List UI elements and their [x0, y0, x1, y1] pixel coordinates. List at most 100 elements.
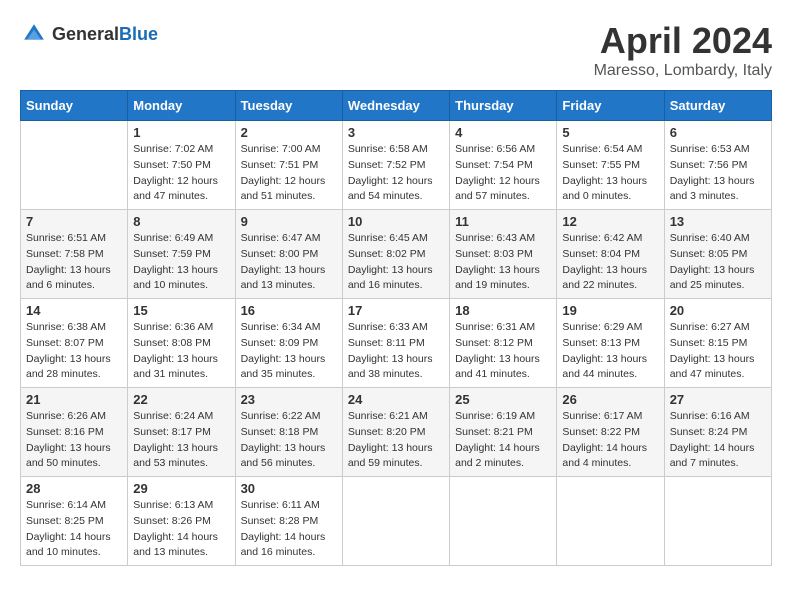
- calendar-cell: 27 Sunrise: 6:16 AM Sunset: 8:24 PM Dayli…: [664, 388, 771, 477]
- logo: GeneralBlue: [20, 20, 158, 48]
- day-number: 22: [133, 392, 229, 407]
- calendar-cell: 2 Sunrise: 7:00 AM Sunset: 7:51 PM Daylig…: [235, 121, 342, 210]
- day-info: Sunrise: 6:34 AM Sunset: 8:09 PM Dayligh…: [241, 320, 337, 383]
- day-number: 28: [26, 481, 122, 496]
- calendar-cell: 18Sunrise: 6:31 AM Sunset: 8:12 PM Dayli…: [450, 299, 557, 388]
- day-info: Sunrise: 6:26 AM Sunset: 8:16 PM Dayligh…: [26, 409, 122, 472]
- day-info: Sunrise: 6:38 AM Sunset: 8:07 PM Dayligh…: [26, 320, 122, 383]
- calendar-cell: 23 Sunrise: 6:22 AM Sunset: 8:18 PM Dayli…: [235, 388, 342, 477]
- day-info: Sunrise: 6:45 AM Sunset: 8:02 PM Dayligh…: [348, 231, 444, 294]
- day-number: 27: [670, 392, 766, 407]
- calendar-cell: 29Sunrise: 6:13 AM Sunset: 8:26 PM Dayli…: [128, 477, 235, 566]
- calendar-header-cell: Thursday: [450, 91, 557, 121]
- day-number: 1: [133, 125, 229, 140]
- calendar-cell: 19Sunrise: 6:29 AM Sunset: 8:13 PM Dayli…: [557, 299, 664, 388]
- calendar-cell: 4 Sunrise: 6:56 AM Sunset: 7:54 PM Daylig…: [450, 121, 557, 210]
- day-number: 12: [562, 214, 658, 229]
- day-number: 24: [348, 392, 444, 407]
- header: GeneralBlue April 2024 Maresso, Lombardy…: [20, 20, 772, 80]
- day-info: Sunrise: 7:02 AM Sunset: 7:50 PM Dayligh…: [133, 142, 229, 205]
- day-number: 18: [455, 303, 551, 318]
- day-info: Sunrise: 6:49 AM Sunset: 7:59 PM Dayligh…: [133, 231, 229, 294]
- day-number: 17: [348, 303, 444, 318]
- calendar-cell: 17Sunrise: 6:33 AM Sunset: 8:11 PM Dayli…: [342, 299, 449, 388]
- calendar-cell: 3Sunrise: 6:58 AM Sunset: 7:52 PM Daylig…: [342, 121, 449, 210]
- calendar-week-row: 28 Sunrise: 6:14 AM Sunset: 8:25 PM Dayli…: [21, 477, 772, 566]
- calendar-cell: 13 Sunrise: 6:40 AM Sunset: 8:05 PM Dayli…: [664, 210, 771, 299]
- day-number: 21: [26, 392, 122, 407]
- day-number: 2: [241, 125, 337, 140]
- day-info: Sunrise: 6:40 AM Sunset: 8:05 PM Dayligh…: [670, 231, 766, 294]
- logo-text-general: General: [52, 24, 119, 44]
- day-info: Sunrise: 6:19 AM Sunset: 8:21 PM Dayligh…: [455, 409, 551, 472]
- calendar-cell: 5 Sunrise: 6:54 AM Sunset: 7:55 PM Daylig…: [557, 121, 664, 210]
- day-number: 30: [241, 481, 337, 496]
- calendar-header-cell: Saturday: [664, 91, 771, 121]
- calendar-cell: [557, 477, 664, 566]
- calendar-header: SundayMondayTuesdayWednesdayThursdayFrid…: [21, 91, 772, 121]
- calendar-cell: [450, 477, 557, 566]
- calendar-cell: 24Sunrise: 6:21 AM Sunset: 8:20 PM Dayli…: [342, 388, 449, 477]
- calendar-week-row: 1 Sunrise: 7:02 AM Sunset: 7:50 PM Daylig…: [21, 121, 772, 210]
- day-number: 3: [348, 125, 444, 140]
- calendar-cell: 8 Sunrise: 6:49 AM Sunset: 7:59 PM Daylig…: [128, 210, 235, 299]
- calendar-cell: 25 Sunrise: 6:19 AM Sunset: 8:21 PM Dayli…: [450, 388, 557, 477]
- day-info: Sunrise: 6:36 AM Sunset: 8:08 PM Dayligh…: [133, 320, 229, 383]
- calendar-header-cell: Sunday: [21, 91, 128, 121]
- day-number: 6: [670, 125, 766, 140]
- calendar-header-cell: Tuesday: [235, 91, 342, 121]
- day-number: 14: [26, 303, 122, 318]
- day-info: Sunrise: 6:54 AM Sunset: 7:55 PM Dayligh…: [562, 142, 658, 205]
- day-info: Sunrise: 6:56 AM Sunset: 7:54 PM Dayligh…: [455, 142, 551, 205]
- day-info: Sunrise: 6:53 AM Sunset: 7:56 PM Dayligh…: [670, 142, 766, 205]
- calendar-cell: 11Sunrise: 6:43 AM Sunset: 8:03 PM Dayli…: [450, 210, 557, 299]
- day-info: Sunrise: 6:14 AM Sunset: 8:25 PM Dayligh…: [26, 498, 122, 561]
- day-number: 25: [455, 392, 551, 407]
- calendar-cell: [342, 477, 449, 566]
- subtitle: Maresso, Lombardy, Italy: [594, 62, 772, 80]
- calendar-cell: 16 Sunrise: 6:34 AM Sunset: 8:09 PM Dayli…: [235, 299, 342, 388]
- day-info: Sunrise: 6:42 AM Sunset: 8:04 PM Dayligh…: [562, 231, 658, 294]
- title-area: April 2024 Maresso, Lombardy, Italy: [594, 20, 772, 80]
- calendar-header-cell: Monday: [128, 91, 235, 121]
- day-number: 26: [562, 392, 658, 407]
- day-info: Sunrise: 6:11 AM Sunset: 8:28 PM Dayligh…: [241, 498, 337, 561]
- calendar-week-row: 7 Sunrise: 6:51 AM Sunset: 7:58 PM Daylig…: [21, 210, 772, 299]
- calendar-header-cell: Wednesday: [342, 91, 449, 121]
- day-info: Sunrise: 6:51 AM Sunset: 7:58 PM Dayligh…: [26, 231, 122, 294]
- logo-text-blue: Blue: [119, 24, 158, 44]
- day-info: Sunrise: 6:27 AM Sunset: 8:15 PM Dayligh…: [670, 320, 766, 383]
- day-number: 16: [241, 303, 337, 318]
- calendar-cell: 22Sunrise: 6:24 AM Sunset: 8:17 PM Dayli…: [128, 388, 235, 477]
- day-number: 20: [670, 303, 766, 318]
- day-number: 11: [455, 214, 551, 229]
- day-info: Sunrise: 6:17 AM Sunset: 8:22 PM Dayligh…: [562, 409, 658, 472]
- calendar-table: SundayMondayTuesdayWednesdayThursdayFrid…: [20, 90, 772, 566]
- calendar-cell: 10 Sunrise: 6:45 AM Sunset: 8:02 PM Dayli…: [342, 210, 449, 299]
- day-number: 8: [133, 214, 229, 229]
- day-info: Sunrise: 6:29 AM Sunset: 8:13 PM Dayligh…: [562, 320, 658, 383]
- day-info: Sunrise: 7:00 AM Sunset: 7:51 PM Dayligh…: [241, 142, 337, 205]
- day-info: Sunrise: 6:16 AM Sunset: 8:24 PM Dayligh…: [670, 409, 766, 472]
- day-number: 13: [670, 214, 766, 229]
- calendar-cell: 9Sunrise: 6:47 AM Sunset: 8:00 PM Daylig…: [235, 210, 342, 299]
- calendar-header-row: SundayMondayTuesdayWednesdayThursdayFrid…: [21, 91, 772, 121]
- calendar-cell: 28 Sunrise: 6:14 AM Sunset: 8:25 PM Dayli…: [21, 477, 128, 566]
- calendar-body: 1 Sunrise: 7:02 AM Sunset: 7:50 PM Daylig…: [21, 121, 772, 566]
- calendar-cell: 30 Sunrise: 6:11 AM Sunset: 8:28 PM Dayli…: [235, 477, 342, 566]
- day-number: 15: [133, 303, 229, 318]
- day-number: 5: [562, 125, 658, 140]
- day-number: 10: [348, 214, 444, 229]
- day-number: 4: [455, 125, 551, 140]
- day-number: 7: [26, 214, 122, 229]
- day-info: Sunrise: 6:47 AM Sunset: 8:00 PM Dayligh…: [241, 231, 337, 294]
- calendar-cell: [21, 121, 128, 210]
- main-title: April 2024: [594, 20, 772, 62]
- calendar-cell: [664, 477, 771, 566]
- day-info: Sunrise: 6:22 AM Sunset: 8:18 PM Dayligh…: [241, 409, 337, 472]
- calendar-cell: 12 Sunrise: 6:42 AM Sunset: 8:04 PM Dayli…: [557, 210, 664, 299]
- calendar-cell: 14 Sunrise: 6:38 AM Sunset: 8:07 PM Dayli…: [21, 299, 128, 388]
- logo-icon: [20, 20, 48, 48]
- day-number: 23: [241, 392, 337, 407]
- calendar-week-row: 14 Sunrise: 6:38 AM Sunset: 8:07 PM Dayli…: [21, 299, 772, 388]
